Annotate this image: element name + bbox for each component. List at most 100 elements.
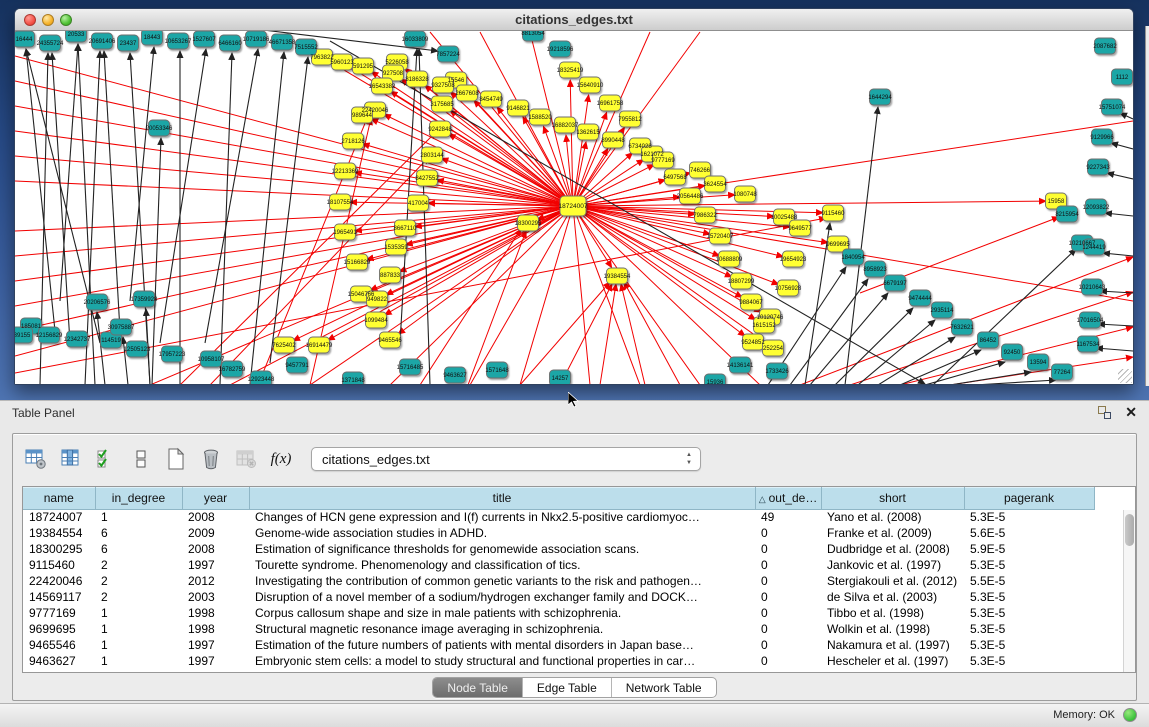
import-table-icon[interactable] [233,446,259,472]
table-row[interactable]: 946554611997Estimation of the future num… [23,637,1094,653]
table-row[interactable]: 946362711997Embryonic stem cells: a mode… [23,653,1094,669]
network-canvas[interactable]: 7963822596012359129552260589275088186328… [15,31,1133,384]
svg-text:7857224: 7857224 [436,52,460,58]
window-titlebar[interactable]: citations_edges.txt [15,9,1133,31]
table-row[interactable]: 911546021997Tourette syndrome. Phenomeno… [23,557,1094,573]
svg-text:8215954: 8215954 [1055,212,1079,218]
svg-text:2667608: 2667608 [455,91,479,97]
svg-text:9115460: 9115460 [822,211,846,217]
svg-text:14136141: 14136141 [727,363,754,369]
column-header-year[interactable]: year [182,487,249,509]
svg-text:8667110: 8667110 [394,226,418,232]
svg-text:1588520: 1588520 [528,115,552,121]
svg-text:18107554: 18107554 [327,200,354,206]
svg-text:185081: 185081 [21,324,42,330]
column-header-title[interactable]: title [249,487,755,509]
svg-text:1112: 1112 [1116,75,1129,81]
svg-text:19384554: 19384554 [604,274,631,280]
tab-node-table[interactable]: Node Table [433,678,523,697]
svg-text:18807299: 18807299 [728,279,755,285]
svg-text:24355724: 24355724 [37,41,64,47]
svg-text:2935114: 2935114 [931,308,955,314]
delete-column-icon[interactable] [198,446,224,472]
show-columns-icon[interactable] [58,446,84,472]
svg-text:1965491: 1965491 [333,230,357,236]
svg-text:15716485: 15716485 [397,365,424,371]
svg-text:417004: 417004 [408,201,429,207]
create-column-icon[interactable] [163,446,189,472]
svg-text:12342737: 12342737 [64,337,91,343]
svg-text:5960123: 5960123 [330,60,354,66]
svg-text:949822: 949822 [367,297,388,303]
svg-text:7955812: 7955812 [618,117,642,123]
svg-text:7625402: 7625402 [272,343,296,349]
svg-text:18300295: 18300295 [515,221,542,227]
svg-text:10958107: 10958107 [198,357,225,363]
svg-text:10025488: 10025488 [771,215,798,221]
svg-text:30975887: 30975887 [108,325,135,331]
table-row[interactable]: 969969511998Structural magnetic resonanc… [23,621,1094,637]
svg-text:1615152: 1615152 [752,323,776,329]
table-scrollbar[interactable] [1123,510,1135,672]
column-header-indegree[interactable]: in_degree [95,487,182,509]
svg-text:10719186: 10719186 [243,37,270,43]
svg-text:17957223: 17957223 [159,352,186,358]
tab-edge-table[interactable]: Edge Table [523,678,612,697]
svg-text:16543382: 16543382 [369,84,396,90]
column-header-pagerank[interactable]: pagerank [964,487,1094,509]
network-view-window: citations_edges.txt 79638 [14,8,1134,385]
svg-text:989644: 989644 [352,113,373,119]
table-row[interactable]: 977716911998Corpus callosum shape and si… [23,605,1094,621]
table-row[interactable]: 1456911722003Disruption of a novel membe… [23,589,1094,605]
svg-text:252254: 252254 [763,346,784,352]
svg-text:19654923: 19654923 [780,257,807,263]
row-height-icon[interactable] [128,446,154,472]
svg-text:15166829: 15166829 [344,260,371,266]
network-graph[interactable]: 7963822596012359129552260589275088186328… [15,31,1133,384]
table-row[interactable]: 1872400712008Changes of HCN gene express… [23,509,1094,525]
svg-text:1167534: 1167534 [1077,342,1101,348]
svg-text:16914479: 16914479 [306,343,333,349]
svg-text:17016504: 17016504 [1077,318,1104,324]
column-header-name[interactable]: name [23,487,95,509]
table-row[interactable]: 2242004622012Investigating the contribut… [23,573,1094,589]
svg-text:9463627: 9463627 [443,373,467,379]
svg-text:20564486: 20564486 [677,194,704,200]
svg-text:1644294: 1644294 [868,95,892,101]
svg-text:10756928: 10756928 [775,286,802,292]
function-builder-icon[interactable]: f(x) [268,446,294,472]
scrollbar-thumb[interactable] [1125,514,1134,546]
svg-text:19218596: 19218596 [547,47,574,53]
svg-text:13594: 13594 [1030,360,1047,366]
window-resize-grip[interactable] [1118,369,1132,383]
svg-text:15751074: 15751074 [1099,105,1126,111]
float-window-icon[interactable] [1098,406,1111,419]
table-row[interactable]: 1830029562008Estimation of significance … [23,541,1094,557]
table-mode-icon[interactable] [23,446,49,472]
network-table-selector[interactable]: citations_edges.txt▲▼ [311,447,701,471]
svg-text:20533: 20533 [68,32,85,38]
svg-text:9227343: 9227343 [1086,165,1110,171]
column-header-short[interactable]: short [821,487,964,509]
tab-network-table[interactable]: Network Table [612,678,716,697]
column-header-outde[interactable]: △out_de… [755,487,821,509]
svg-text:39155: 39155 [15,333,31,339]
svg-text:12156829: 12156829 [36,333,63,339]
svg-text:6734028: 6734028 [628,144,652,150]
table-panel: Table Panel ✕ f(x)citations_edges.txt▲▼ … [0,400,1149,727]
svg-text:7515552: 7515552 [294,45,318,51]
select-columns-icon[interactable] [93,446,119,472]
status-bar: Memory: OK [0,703,1149,727]
close-icon[interactable]: ✕ [1125,404,1137,421]
svg-text:2087682: 2087682 [1093,44,1117,50]
svg-text:1244419: 1244419 [1082,245,1106,251]
svg-text:20053346: 20053346 [146,126,173,132]
svg-text:23437: 23437 [120,41,137,47]
svg-text:9146821: 9146821 [506,106,530,112]
mouse-cursor [568,392,580,408]
memory-status-indicator[interactable] [1123,708,1137,722]
svg-text:1535359: 1535359 [384,245,408,251]
svg-text:114519: 114519 [101,338,121,344]
table-row[interactable]: 1938455462009Genome-wide association stu… [23,525,1094,541]
network-selector-value: citations_edges.txt [322,452,430,467]
